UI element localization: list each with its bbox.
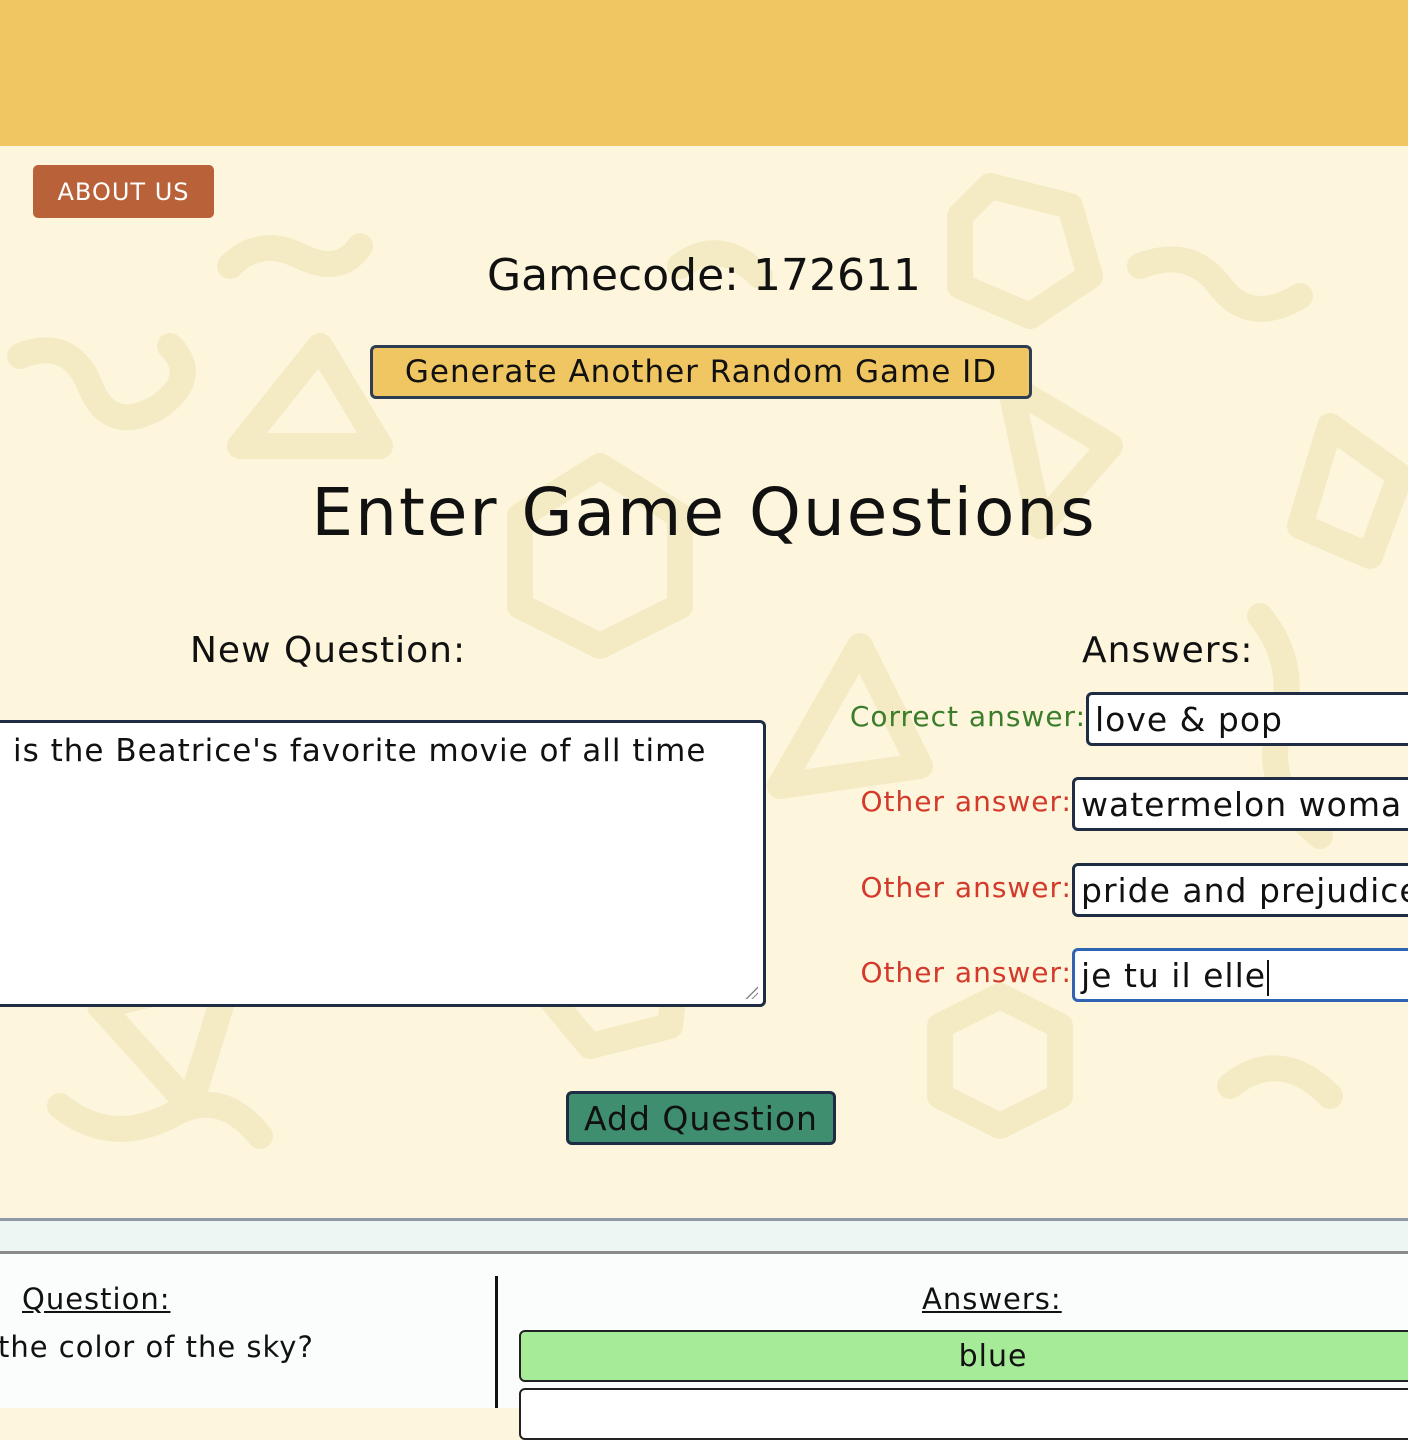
other-answer-value: pride and prejudice [1081,871,1408,910]
correct-answer-value: love & pop [1095,700,1283,739]
gamecode-display: Gamecode: 172611 [487,250,921,301]
other-answer-input-3[interactable]: je tu il elle [1072,948,1408,1002]
saved-answer-other [519,1388,1408,1440]
correct-answer-label: Correct answer: [849,700,1086,733]
question-column-header: Question: [22,1282,171,1316]
resize-handle-icon[interactable] [744,985,758,999]
saved-answer-correct: blue [519,1330,1408,1382]
other-answer-label: Other answer: [860,956,1072,989]
new-question-label: New Question: [190,630,467,671]
question-text: is the Beatrice's favorite movie of all … [13,733,707,769]
background-pattern [7,173,1408,1149]
text-caret [1267,959,1270,996]
question-textarea[interactable]: is the Beatrice's favorite movie of all … [0,720,766,1007]
other-answer-label: Other answer: [860,785,1072,818]
add-question-button[interactable]: Add Question [566,1091,836,1145]
about-us-button[interactable]: ABOUT US [33,165,214,218]
other-answer-value: je tu il elle [1081,956,1267,995]
answers-label: Answers: [1082,630,1254,671]
saved-answer-text: blue [958,1338,1028,1374]
page-title: Enter Game Questions [311,474,1097,551]
column-separator [495,1276,498,1408]
other-answer-value: watermelon woma [1081,785,1403,824]
other-answer-input-2[interactable]: pride and prejudice [1072,863,1408,917]
correct-answer-input[interactable]: love & pop [1086,692,1408,746]
top-banner [0,0,1408,146]
answers-column-header: Answers: [922,1282,1062,1316]
saved-question-text: the color of the sky? [0,1330,314,1364]
generate-game-id-button[interactable]: Generate Another Random Game ID [370,345,1032,399]
other-answer-label: Other answer: [860,871,1072,904]
other-answer-input-1[interactable]: watermelon woma [1072,777,1408,831]
